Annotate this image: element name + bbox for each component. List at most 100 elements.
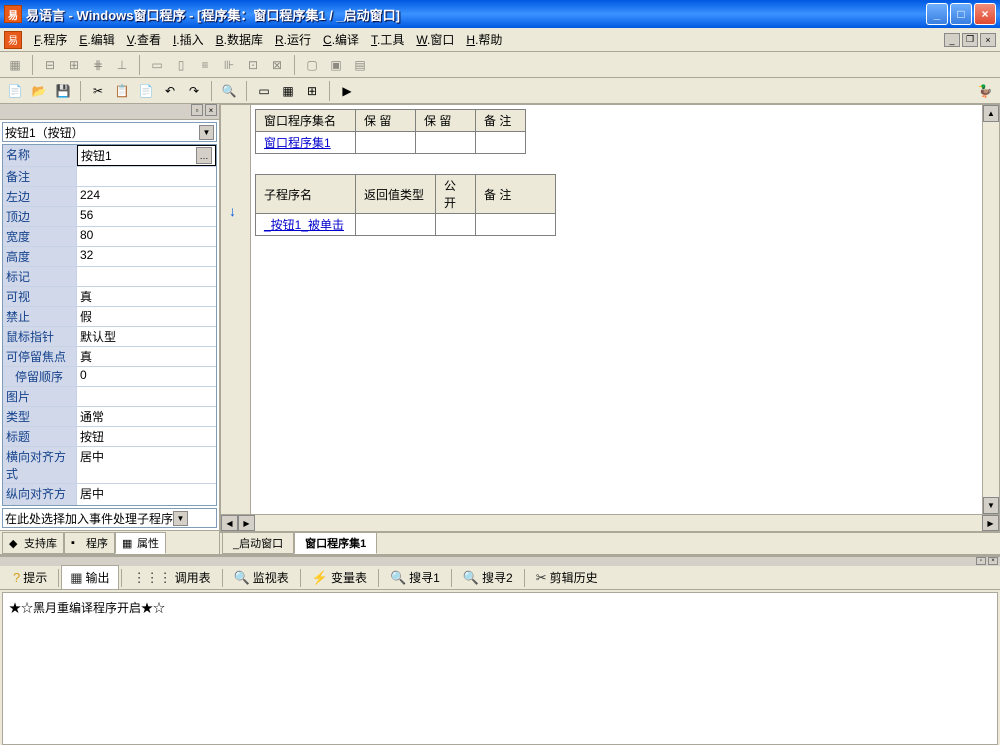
- property-value[interactable]: 32: [77, 247, 216, 266]
- property-value[interactable]: 通常: [77, 407, 216, 426]
- grid-button[interactable]: ⊞: [301, 80, 323, 102]
- mdi-close-button[interactable]: ×: [980, 33, 996, 47]
- object-selector-combo[interactable]: 按钮1（按钮） ▼: [2, 122, 217, 142]
- help-button[interactable]: 🦆: [974, 80, 996, 102]
- property-value[interactable]: 按钮1…: [77, 145, 216, 166]
- menu-item[interactable]: T.工具: [365, 29, 410, 50]
- chevron-down-icon[interactable]: ▼: [199, 125, 214, 140]
- menu-item[interactable]: I.插入: [167, 29, 210, 50]
- run-button[interactable]: ▶: [336, 80, 358, 102]
- property-value[interactable]: 真: [77, 287, 216, 306]
- property-row[interactable]: 顶边56: [3, 207, 216, 227]
- copy-button[interactable]: 📋: [111, 80, 133, 102]
- table-cell[interactable]: [356, 214, 436, 236]
- bottom-tab[interactable]: 🔍搜寻1: [381, 565, 449, 590]
- find-button[interactable]: 🔍: [218, 80, 240, 102]
- save-button[interactable]: 💾: [52, 80, 74, 102]
- property-row[interactable]: 禁止假: [3, 307, 216, 327]
- property-row[interactable]: 名称按钮1…: [3, 145, 216, 167]
- close-button[interactable]: ×: [974, 3, 996, 25]
- property-row[interactable]: 可视真: [3, 287, 216, 307]
- editor-tab[interactable]: 窗口程序集1: [294, 532, 377, 554]
- bottom-tab[interactable]: ?提示: [4, 565, 56, 590]
- bottom-tab[interactable]: ▦输出: [61, 565, 118, 590]
- property-row[interactable]: 左边224: [3, 187, 216, 207]
- left-tab[interactable]: ◆支持库: [2, 532, 64, 554]
- panel-pin-button[interactable]: ▫: [976, 557, 986, 565]
- property-value[interactable]: [77, 387, 216, 406]
- menu-item[interactable]: R.运行: [269, 29, 317, 50]
- left-tab[interactable]: ▦属性: [115, 532, 166, 554]
- property-row[interactable]: 标题按钮: [3, 427, 216, 447]
- property-row[interactable]: 纵向对齐方式居中: [3, 484, 216, 506]
- scroll-left-button[interactable]: ◀: [221, 515, 238, 531]
- bottom-tab[interactable]: 🔍搜寻2: [454, 565, 522, 590]
- menu-item[interactable]: H.帮助: [460, 29, 508, 50]
- open-button[interactable]: 📂: [28, 80, 50, 102]
- window-button[interactable]: ▭: [253, 80, 275, 102]
- bottom-tab[interactable]: ⋮⋮⋮调用表: [124, 565, 220, 590]
- redo-button[interactable]: ↷: [183, 80, 205, 102]
- menu-item[interactable]: V.查看: [121, 29, 167, 50]
- paste-button[interactable]: 📄: [135, 80, 157, 102]
- undo-button[interactable]: ↶: [159, 80, 181, 102]
- module-link[interactable]: 窗口程序集1: [256, 132, 356, 154]
- table-cell[interactable]: [476, 132, 526, 154]
- chevron-down-icon[interactable]: ▼: [173, 511, 188, 526]
- scroll-right-end-button[interactable]: ▶: [982, 515, 999, 531]
- ellipsis-button[interactable]: …: [196, 147, 212, 164]
- menu-item[interactable]: C.编译: [317, 29, 365, 50]
- panel-close-button[interactable]: ×: [205, 104, 217, 116]
- output-text-area[interactable]: ★☆黑月重编译程序开启★☆: [2, 592, 998, 745]
- table-cell[interactable]: [476, 214, 556, 236]
- minimize-button[interactable]: _: [926, 3, 948, 25]
- cut-button[interactable]: ✂: [87, 80, 109, 102]
- property-row[interactable]: 鼠标指针默认型: [3, 327, 216, 347]
- maximize-button[interactable]: □: [950, 3, 972, 25]
- property-value[interactable]: [77, 167, 216, 186]
- property-value[interactable]: [77, 267, 216, 286]
- code-editor[interactable]: ↓ 窗口程序集名 保 留 保 留 备 注 窗口程序集1: [220, 104, 1000, 532]
- property-row[interactable]: 标记: [3, 267, 216, 287]
- event-selector-combo[interactable]: 在此处选择加入事件处理子程序 ▼: [2, 508, 217, 528]
- panel-pin-button[interactable]: ▫: [191, 104, 203, 116]
- table-cell[interactable]: [356, 132, 416, 154]
- property-value[interactable]: 56: [77, 207, 216, 226]
- scroll-down-button[interactable]: ▼: [983, 497, 999, 514]
- bottom-tab[interactable]: ⚡变量表: [303, 565, 376, 590]
- table-cell[interactable]: [416, 132, 476, 154]
- property-value[interactable]: 假: [77, 307, 216, 326]
- subroutine-link[interactable]: _按钮1_被单击: [256, 214, 356, 236]
- property-value[interactable]: 按钮: [77, 427, 216, 446]
- editor-gutter[interactable]: ↓: [221, 105, 251, 531]
- property-value[interactable]: 真: [77, 347, 216, 366]
- scroll-up-button[interactable]: ▲: [983, 105, 999, 122]
- bottom-tab[interactable]: 🔍监视表: [225, 565, 298, 590]
- property-row[interactable]: 高度32: [3, 247, 216, 267]
- menu-item[interactable]: W.窗口: [410, 29, 460, 50]
- property-value[interactable]: 居中: [77, 484, 216, 506]
- property-row[interactable]: 横向对齐方式居中: [3, 447, 216, 484]
- menu-item[interactable]: E.编辑: [73, 29, 120, 50]
- property-value[interactable]: 224: [77, 187, 216, 206]
- vertical-scrollbar[interactable]: ▲ ▼: [982, 105, 999, 514]
- table-cell[interactable]: [436, 214, 476, 236]
- property-value[interactable]: 默认型: [77, 327, 216, 346]
- property-value[interactable]: 居中: [77, 447, 216, 483]
- property-row[interactable]: 宽度80: [3, 227, 216, 247]
- property-row[interactable]: 停留顺序0: [3, 367, 216, 387]
- property-grid[interactable]: 名称按钮1…备注左边224顶边56宽度80高度32标记可视真禁止假鼠标指针默认型…: [2, 144, 217, 506]
- mdi-restore-button[interactable]: ❐: [962, 33, 978, 47]
- horizontal-scrollbar[interactable]: ◀ ▶ ▶: [221, 514, 999, 531]
- property-row[interactable]: 备注: [3, 167, 216, 187]
- property-row[interactable]: 可停留焦点真: [3, 347, 216, 367]
- form-button[interactable]: ▦: [277, 80, 299, 102]
- mdi-minimize-button[interactable]: _: [944, 33, 960, 47]
- property-value[interactable]: 0: [77, 367, 216, 386]
- bottom-tab[interactable]: ✂剪辑历史: [527, 565, 607, 590]
- panel-close-button[interactable]: ×: [988, 557, 998, 565]
- property-value[interactable]: 80: [77, 227, 216, 246]
- scroll-right-button[interactable]: ▶: [238, 515, 255, 531]
- left-tab[interactable]: ▪程序: [64, 532, 115, 554]
- menu-item[interactable]: F.程序: [28, 29, 73, 50]
